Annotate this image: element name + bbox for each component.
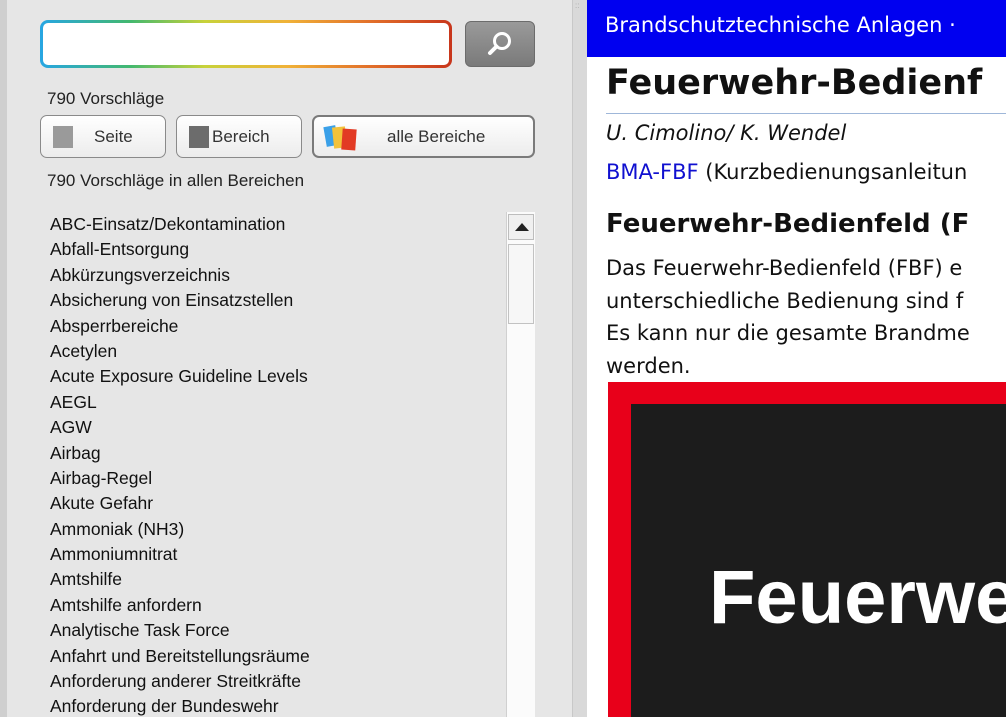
article-pane: Brandschutztechnische Anlagen · Feuerweh…	[587, 0, 1006, 717]
list-item[interactable]: Analytische Task Force	[40, 618, 536, 643]
list-item[interactable]: Airbag-Regel	[40, 466, 536, 491]
filter-page-label: Seite	[94, 127, 133, 146]
reference-text: (Kurzbedienungsanleitun	[698, 160, 968, 184]
list-item[interactable]: Acetylen	[40, 339, 536, 364]
list-item[interactable]: Ammoniak (NH3)	[40, 517, 536, 542]
all-areas-count: 790 Vorschläge in allen Bereichen	[47, 171, 305, 190]
list-item[interactable]: AGW	[40, 415, 536, 440]
paragraph-line: werden.	[606, 353, 691, 378]
paragraph-line: Das Feuerwehr-Bedienfeld (FBF) e	[606, 256, 963, 280]
article-figure[interactable]: Feuerwe	[608, 382, 1006, 717]
search-field-frame	[40, 20, 452, 68]
figure-panel: Feuerwe	[631, 404, 1006, 717]
search-input[interactable]	[43, 23, 449, 65]
window-edge	[0, 0, 7, 717]
section-heading: Feuerwehr-Bedienfeld (F	[606, 209, 970, 239]
filter-all-button[interactable]: alle Bereiche	[312, 115, 535, 158]
magnifier-icon	[488, 32, 511, 55]
search-button[interactable]	[465, 21, 535, 67]
all-areas-icon	[323, 125, 357, 151]
list-item[interactable]: Anforderung der Bundeswehr	[40, 694, 536, 717]
splitter-grip-icon: ::	[575, 1, 580, 10]
scroll-thumb[interactable]	[508, 244, 534, 324]
filter-range-button[interactable]: Bereich	[176, 115, 302, 158]
range-scope-icon	[189, 126, 209, 148]
list-item[interactable]: Abkürzungsverzeichnis	[40, 263, 536, 288]
filter-range-label: Bereich	[212, 127, 270, 146]
paragraph-line: Es kann nur die gesamte Brandme	[606, 321, 970, 346]
suggestion-count: 790 Vorschläge	[47, 89, 165, 108]
list-item[interactable]: Amtshilfe	[40, 567, 536, 592]
list-item[interactable]: ABC-Einsatz/Dekontamination	[40, 212, 536, 237]
breadcrumb[interactable]: Brandschutztechnische Anlagen ·	[587, 0, 1006, 57]
scroll-up-button[interactable]	[508, 214, 534, 240]
article-authors: U. Cimolino/ K. Wendel	[606, 121, 847, 145]
list-item[interactable]: Absicherung von Einsatzstellen	[40, 288, 536, 313]
reference-line: BMA-FBF (Kurzbedienungsanleitun	[606, 160, 967, 184]
article-paragraph: Das Feuerwehr-Bedienfeld (FBF) e untersc…	[606, 252, 970, 382]
pane-splitter[interactable]	[572, 0, 587, 717]
paragraph-line: unterschiedliche Bedienung sind f	[606, 288, 964, 313]
figure-label: Feuerwe	[709, 555, 1006, 640]
reference-link[interactable]: BMA-FBF	[606, 160, 699, 184]
list-item[interactable]: Anfahrt und Bereitstellungsräume	[40, 644, 536, 669]
list-item[interactable]: Acute Exposure Guideline Levels	[40, 364, 536, 389]
filter-page-button[interactable]: Seite	[40, 115, 166, 158]
article-title: Feuerwehr-Bedienf	[606, 63, 983, 103]
list-item[interactable]: Anforderung anderer Streitkräfte	[40, 669, 536, 694]
list-item[interactable]: Abfall-Entsorgung	[40, 237, 536, 262]
list-item[interactable]: Airbag	[40, 441, 536, 466]
list-item[interactable]: Absperrbereiche	[40, 314, 536, 339]
suggestion-list: ABC-Einsatz/Dekontamination Abfall-Entsor…	[40, 212, 536, 717]
list-item[interactable]: Akute Gefahr	[40, 491, 536, 516]
filter-all-label: alle Bereiche	[387, 127, 486, 146]
list-item[interactable]: AEGL	[40, 390, 536, 415]
list-scrollbar[interactable]	[506, 212, 535, 717]
list-item[interactable]: Amtshilfe anfordern	[40, 593, 536, 618]
page-scope-icon	[53, 126, 73, 148]
list-item[interactable]: Ammoniumnitrat	[40, 542, 536, 567]
title-divider	[606, 113, 1006, 114]
